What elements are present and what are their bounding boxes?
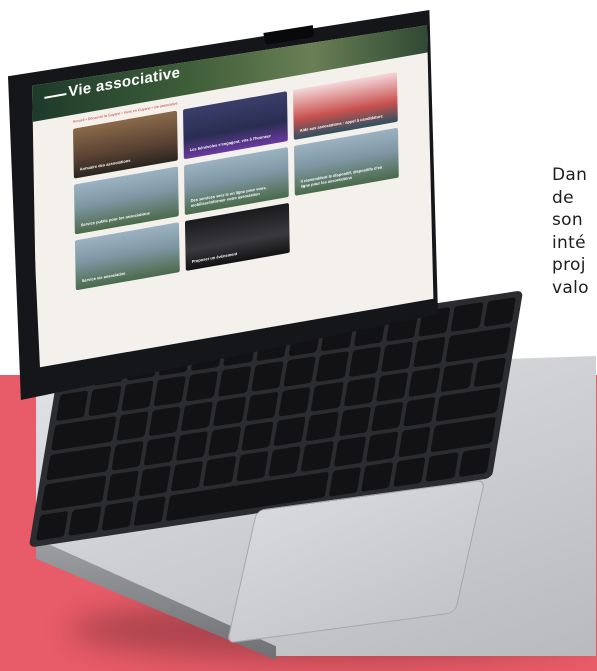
key <box>100 500 134 532</box>
key <box>440 361 474 393</box>
key <box>175 431 209 462</box>
card-label: Il rassemblent le dispositif, dispositif… <box>300 164 383 189</box>
key <box>208 426 242 457</box>
card-label: Annuaire des associations <box>79 157 131 172</box>
key <box>483 297 516 328</box>
key <box>473 357 506 388</box>
key <box>310 381 344 412</box>
key <box>120 380 154 412</box>
card-label: Aide aux associations : appel à candidat… <box>299 113 383 133</box>
key <box>283 356 317 387</box>
key <box>185 371 219 402</box>
key <box>133 495 167 527</box>
card-dispositifs[interactable]: Il rassemblent le dispositif, dispositif… <box>293 127 399 196</box>
key <box>380 341 414 373</box>
key <box>250 361 284 392</box>
card-label: Service public pour les associations <box>80 210 150 228</box>
card-label: Les bénévoles s'engagent, vos à l'honneu… <box>189 133 272 153</box>
key <box>268 446 302 477</box>
key <box>458 446 492 478</box>
key <box>408 366 441 398</box>
key <box>203 456 237 487</box>
key <box>153 375 187 407</box>
key <box>278 386 312 417</box>
card-proposer-evenement[interactable]: Proposer un événement <box>184 202 290 271</box>
key <box>143 435 177 467</box>
key <box>273 416 307 447</box>
key <box>338 406 372 437</box>
key <box>315 351 349 382</box>
key <box>240 421 274 452</box>
key <box>235 451 269 482</box>
card-label: Proposer un événement <box>191 250 238 264</box>
key <box>425 451 459 483</box>
key <box>218 366 252 397</box>
key <box>348 346 381 377</box>
key <box>110 440 144 472</box>
key <box>68 505 102 536</box>
card-label: Des services vers le en ligne pour vous,… <box>190 184 267 209</box>
key <box>180 401 214 432</box>
key <box>393 456 427 487</box>
card-label: Service vie associative <box>81 270 126 284</box>
key <box>343 376 377 407</box>
key <box>245 391 279 422</box>
key <box>328 466 362 497</box>
key <box>305 411 339 442</box>
key <box>105 470 139 502</box>
key <box>213 396 247 427</box>
key <box>370 401 404 432</box>
key <box>413 336 446 368</box>
key <box>148 405 182 437</box>
key <box>398 426 432 457</box>
key <box>375 371 409 402</box>
key <box>35 510 69 541</box>
key <box>450 301 484 333</box>
key <box>170 460 204 492</box>
key <box>365 431 399 462</box>
key <box>403 396 437 428</box>
key <box>333 436 367 467</box>
card-service-vie-associative[interactable]: Service vie associative <box>74 222 180 291</box>
key <box>88 385 122 417</box>
key <box>138 465 172 497</box>
key <box>55 390 89 421</box>
key <box>115 410 149 442</box>
key <box>360 461 394 492</box>
key <box>300 441 334 472</box>
laptop-mockup: Vie associative Accueil • Découvrir la G… <box>0 0 597 671</box>
